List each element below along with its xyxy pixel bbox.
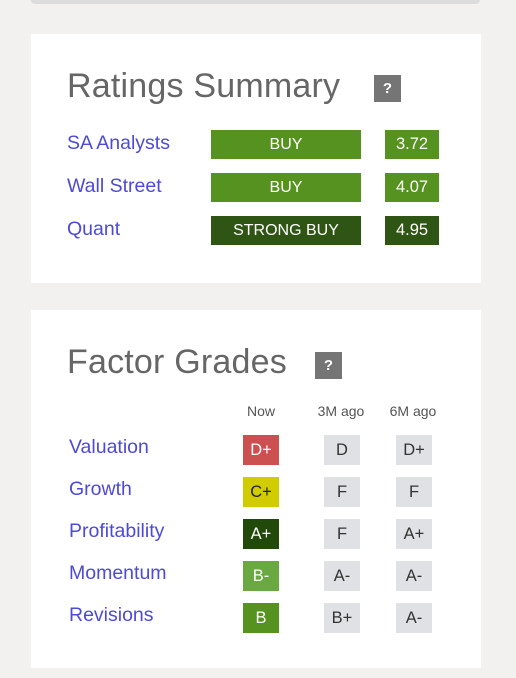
grade-now: D+ xyxy=(243,435,279,465)
grade-3m-ago: B+ xyxy=(324,603,360,633)
factor-grades-help-button[interactable]: ? xyxy=(315,352,342,379)
ratings-help-button[interactable]: ? xyxy=(374,75,401,102)
column-header-6m-ago: 6M ago xyxy=(389,403,437,419)
grade-6m-ago: D+ xyxy=(396,435,432,465)
previous-card-edge xyxy=(31,0,480,4)
rating-row-wall-street: Wall Street BUY 4.07 xyxy=(67,173,447,203)
ratings-summary-card: Ratings Summary ? SA Analysts BUY 3.72 W… xyxy=(31,34,481,283)
factor-label[interactable]: Profitability xyxy=(69,520,164,543)
factor-row-growth: Growth C+ F F xyxy=(31,477,481,507)
grade-6m-ago: A- xyxy=(396,603,432,633)
grade-now: B xyxy=(243,603,279,633)
grade-now: A+ xyxy=(243,519,279,549)
grade-6m-ago: A- xyxy=(396,561,432,591)
column-header-now: Now xyxy=(246,403,275,419)
factor-label[interactable]: Momentum xyxy=(69,562,167,585)
question-mark-icon: ? xyxy=(323,357,334,374)
rating-label[interactable]: Wall Street xyxy=(67,175,162,198)
factor-row-revisions: Revisions B B+ A- xyxy=(31,603,481,633)
ratings-summary-title: Ratings Summary xyxy=(67,67,341,105)
factor-label[interactable]: Valuation xyxy=(69,436,149,459)
grade-6m-ago: F xyxy=(396,477,432,507)
rating-label[interactable]: SA Analysts xyxy=(67,132,170,155)
factor-grades-card: Factor Grades ? Now 3M ago 6M ago Valuat… xyxy=(31,310,481,668)
rating-score: 4.95 xyxy=(385,216,439,245)
rating-badge: BUY xyxy=(211,130,361,159)
grade-3m-ago: A- xyxy=(324,561,360,591)
question-mark-icon: ? xyxy=(382,80,393,97)
grade-3m-ago: F xyxy=(324,519,360,549)
grade-now: C+ xyxy=(243,477,279,507)
rating-row-sa-analysts: SA Analysts BUY 3.72 xyxy=(67,130,447,160)
column-header-3m-ago: 3M ago xyxy=(317,403,365,419)
factor-grades-title: Factor Grades xyxy=(67,343,287,381)
rating-label[interactable]: Quant xyxy=(67,218,120,241)
factor-label[interactable]: Revisions xyxy=(69,604,154,627)
factor-label[interactable]: Growth xyxy=(69,478,132,501)
rating-badge: BUY xyxy=(211,173,361,202)
factor-row-momentum: Momentum B- A- A- xyxy=(31,561,481,591)
factor-row-valuation: Valuation D+ D D+ xyxy=(31,435,481,465)
rating-score: 3.72 xyxy=(385,130,439,159)
rating-row-quant: Quant STRONG BUY 4.95 xyxy=(67,216,447,246)
grade-now: B- xyxy=(243,561,279,591)
grade-6m-ago: A+ xyxy=(396,519,432,549)
grade-3m-ago: D xyxy=(324,435,360,465)
grade-3m-ago: F xyxy=(324,477,360,507)
rating-badge: STRONG BUY xyxy=(211,216,361,245)
rating-score: 4.07 xyxy=(385,173,439,202)
factor-row-profitability: Profitability A+ F A+ xyxy=(31,519,481,549)
